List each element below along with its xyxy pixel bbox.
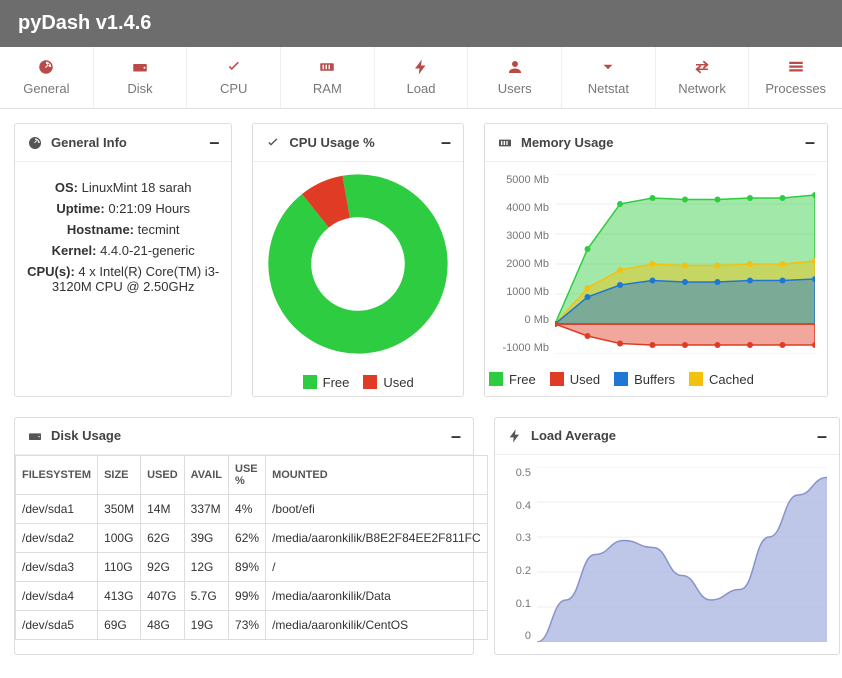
panel-title: Load Average bbox=[531, 428, 616, 443]
legend-free: Free bbox=[489, 372, 536, 387]
collapse-icon[interactable]: – bbox=[817, 431, 827, 441]
collapse-icon[interactable]: – bbox=[451, 431, 461, 441]
table-row: /dev/sda2100G62G39G62%/media/aaronkilik/… bbox=[16, 524, 488, 553]
app-title: pyDash v1.4.6 bbox=[18, 12, 151, 34]
nav-label: General bbox=[4, 81, 89, 96]
nav-load[interactable]: Load bbox=[375, 47, 469, 108]
nav-label: Processes bbox=[753, 81, 838, 96]
table-header-row: FILESYSTEMSIZEUSEDAVAILUSE %MOUNTED bbox=[16, 456, 488, 495]
table-row: /dev/sda4413G407G5.7G99%/media/aaronkili… bbox=[16, 582, 488, 611]
nav-label: CPU bbox=[191, 81, 276, 96]
panel-title: General Info bbox=[51, 135, 127, 150]
legend-free: Free bbox=[303, 375, 350, 390]
ram-icon bbox=[285, 57, 370, 77]
collapse-icon[interactable]: – bbox=[805, 137, 815, 147]
nav-disk[interactable]: Disk bbox=[94, 47, 188, 108]
table-row: /dev/sda569G48G19G73%/media/aaronkilik/C… bbox=[16, 611, 488, 640]
dashboard-icon bbox=[4, 57, 89, 77]
processes-icon bbox=[753, 57, 838, 77]
panel-title: CPU Usage % bbox=[289, 135, 374, 150]
panel-cpu: CPU Usage % – Free Used bbox=[252, 123, 464, 397]
cpu-donut-chart bbox=[254, 159, 463, 368]
nav-netstat[interactable]: Netstat bbox=[562, 47, 656, 108]
nav-label: Load bbox=[379, 81, 464, 96]
table-row: /dev/sda3110G92G12G89%/ bbox=[16, 553, 488, 582]
chevron-down-icon bbox=[566, 57, 651, 77]
panel-memory: Memory Usage – 5000 Mb4000 Mb3000 Mb2000… bbox=[484, 123, 828, 397]
nav-label: RAM bbox=[285, 81, 370, 96]
hdd-icon bbox=[98, 57, 183, 77]
legend-buffers: Buffers bbox=[614, 372, 675, 387]
memory-chart bbox=[555, 174, 815, 354]
nav-general[interactable]: General bbox=[0, 47, 94, 108]
transfer-icon bbox=[660, 57, 745, 77]
collapse-icon[interactable]: – bbox=[441, 137, 451, 147]
hdd-icon bbox=[27, 428, 43, 445]
nav-label: Netstat bbox=[566, 81, 651, 96]
nav-users[interactable]: Users bbox=[468, 47, 562, 108]
nav-label: Network bbox=[660, 81, 745, 96]
bolt-icon bbox=[379, 57, 464, 77]
user-icon bbox=[472, 57, 557, 77]
panel-title: Memory Usage bbox=[521, 135, 613, 150]
bolt-icon bbox=[507, 428, 523, 445]
app-header: pyDash v1.4.6 bbox=[0, 0, 842, 47]
legend-used: Used bbox=[363, 375, 413, 390]
legend-cached: Cached bbox=[689, 372, 754, 387]
nav-cpu[interactable]: CPU bbox=[187, 47, 281, 108]
disk-table: FILESYSTEMSIZEUSEDAVAILUSE %MOUNTED /dev… bbox=[15, 455, 488, 640]
panel-general: General Info – OS: LinuxMint 18 sarah Up… bbox=[14, 123, 232, 397]
nav-label: Disk bbox=[98, 81, 183, 96]
main-nav: General Disk CPU RAM Load Users Netstat Network… bbox=[0, 47, 842, 109]
load-chart bbox=[537, 467, 827, 642]
collapse-icon[interactable]: – bbox=[209, 137, 219, 147]
nav-network[interactable]: Network bbox=[656, 47, 750, 108]
y-axis-labels: 5000 Mb4000 Mb3000 Mb2000 Mb1000 Mb0 Mb-… bbox=[497, 174, 553, 354]
panel-load: Load Average – 0.50.40.30.20.10 bbox=[494, 417, 840, 656]
panel-title: Disk Usage bbox=[51, 428, 121, 443]
y-axis-labels: 0.50.40.30.20.10 bbox=[507, 467, 535, 642]
ram-icon bbox=[497, 134, 513, 151]
check-icon bbox=[265, 134, 281, 151]
legend-used: Used bbox=[550, 372, 600, 387]
table-row: /dev/sda1350M14M337M4%/boot/efi bbox=[16, 495, 488, 524]
panel-disk: Disk Usage – FILESYSTEMSIZEUSEDAVAILUSE … bbox=[14, 417, 474, 656]
dashboard-icon bbox=[27, 134, 43, 151]
check-icon bbox=[191, 57, 276, 77]
nav-processes[interactable]: Processes bbox=[749, 47, 842, 108]
nav-label: Users bbox=[472, 81, 557, 96]
nav-ram[interactable]: RAM bbox=[281, 47, 375, 108]
